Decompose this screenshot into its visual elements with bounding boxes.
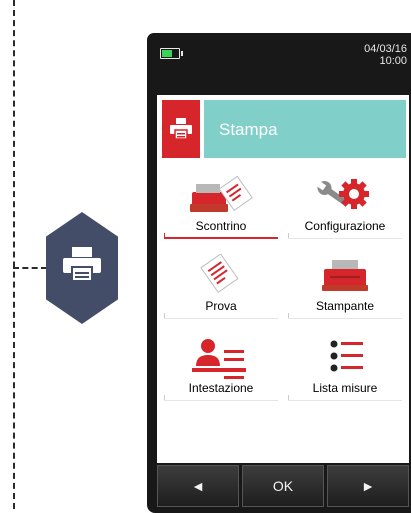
menu-item-label: Lista misure [312, 381, 378, 395]
printer-icon [170, 118, 192, 140]
test-ticket-icon [200, 254, 239, 294]
flow-connector-horizontal [13, 267, 47, 269]
header-icon-box [162, 100, 200, 158]
menu-item-scontrino[interactable]: Scontrino [162, 171, 280, 239]
softkey-bar: ◄ OK ► [157, 465, 409, 509]
menu-item-label: Intestazione [188, 381, 254, 395]
menu-header: Stampa [162, 100, 406, 158]
menu-item-label: Stampante [315, 299, 375, 313]
flow-connector-vertical [13, 0, 15, 509]
print-step-badge [46, 212, 118, 324]
printer-icon [322, 260, 368, 291]
screen: Stampa Scontrino Configurazione Prova St… [157, 95, 409, 463]
receipt-icon [190, 175, 253, 212]
header-title-box: Stampa [204, 100, 406, 158]
menu-item-stampante[interactable]: Stampante [286, 251, 404, 319]
menu-item-label: Prova [205, 299, 237, 313]
page-title: Stampa [219, 120, 278, 139]
date-text: 04/03/16 [364, 43, 407, 55]
gear-wrench-icon [316, 179, 369, 209]
menu-item-configurazione[interactable]: Configurazione [286, 171, 404, 239]
time-text: 10:00 [379, 55, 407, 67]
datetime: 04/03/16 10:00 [364, 43, 407, 67]
status-bar: 04/03/16 10:00 [147, 33, 411, 91]
right-arrow-button[interactable]: ► [327, 465, 409, 507]
person-header-icon [192, 339, 246, 379]
menu-item-label: Scontrino [195, 219, 247, 233]
menu-item-lista-misure[interactable]: Lista misure [286, 333, 404, 401]
battery-icon [160, 48, 183, 59]
list-icon [330, 340, 363, 372]
menu-item-label: Configurazione [304, 219, 386, 233]
menu-item-prova[interactable]: Prova [162, 251, 280, 319]
menu-item-intestazione[interactable]: Intestazione [162, 333, 280, 401]
analyzer-device: 04/03/16 10:00 Stampa Scontrino Configur… [147, 33, 411, 513]
printer-icon [63, 247, 101, 282]
ok-button[interactable]: OK [242, 465, 324, 507]
left-arrow-button[interactable]: ◄ [157, 465, 239, 507]
